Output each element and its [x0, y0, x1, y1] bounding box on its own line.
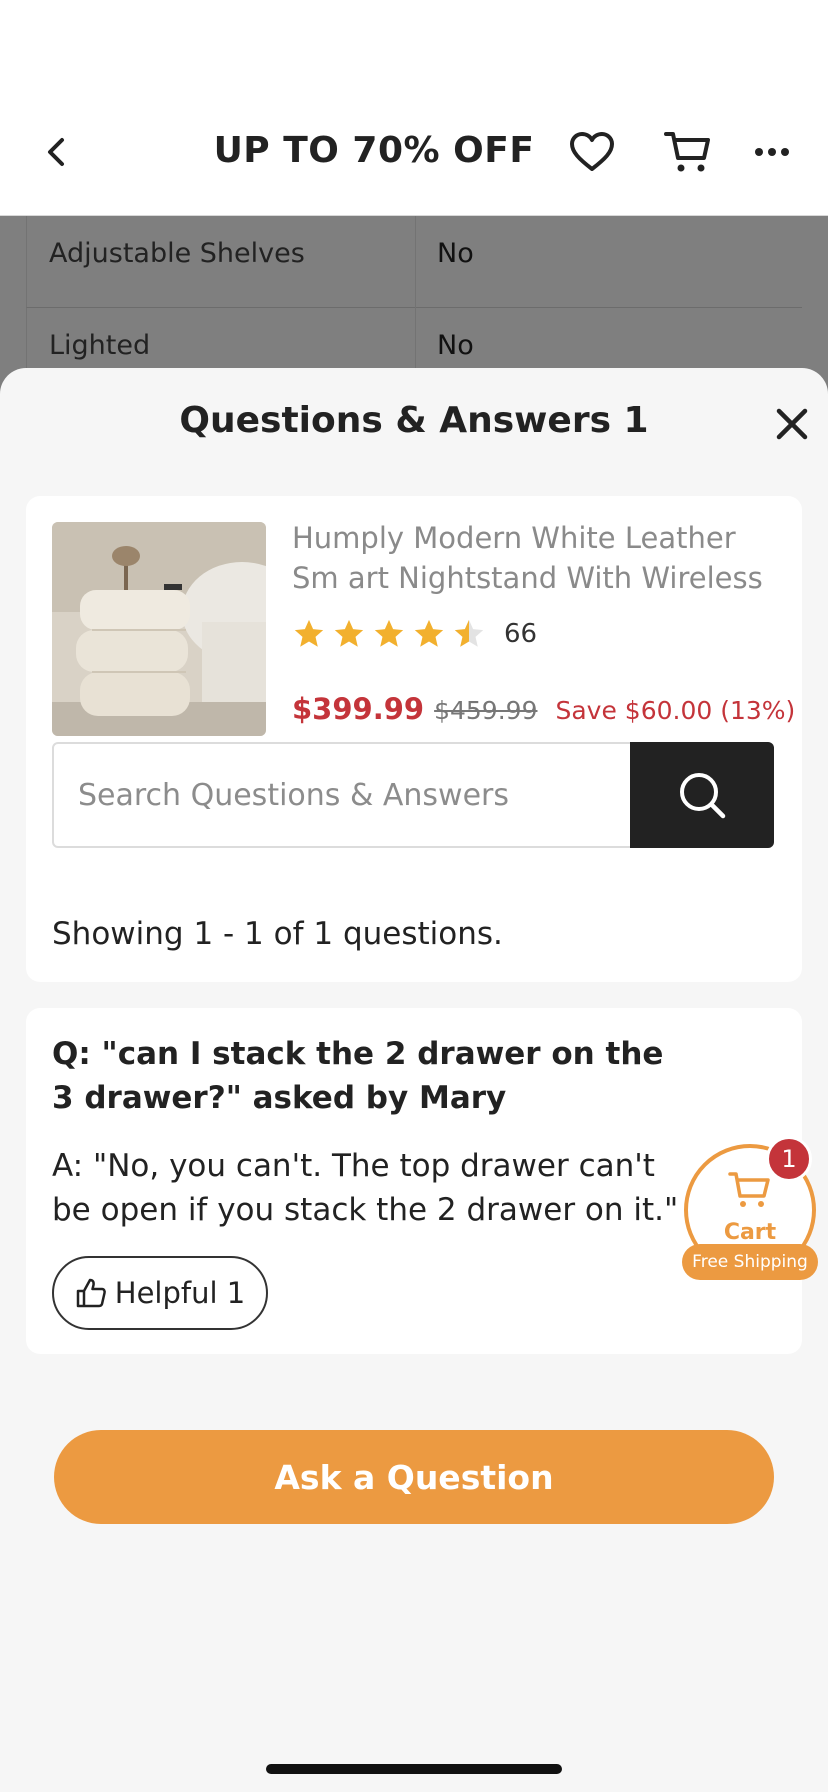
qa-bottom-sheet: Questions & Answers 1 Humply Modern Whit… — [0, 368, 828, 1792]
star-full-icon — [294, 619, 324, 647]
nightstand-image-icon — [52, 522, 266, 736]
back-chevron-icon — [48, 138, 64, 166]
savings-text: Save $60.00 (13%) — [555, 696, 796, 725]
thumbs-up-icon — [76, 1278, 106, 1308]
product-rating: 66 — [292, 614, 537, 654]
floating-cart-button[interactable]: Cart 1 Free Shipping — [680, 1136, 820, 1290]
qa-search-input[interactable] — [54, 744, 628, 846]
search-icon — [680, 773, 726, 819]
product-name[interactable]: Humply Modern White Leather Sm art Night… — [292, 518, 782, 598]
back-button[interactable] — [28, 124, 84, 180]
more-icon — [755, 148, 789, 156]
sheet-header: Questions & Answers 1 — [0, 368, 828, 478]
qa-search-box — [52, 742, 774, 848]
star-full-icon — [334, 619, 364, 647]
cart-icon — [664, 132, 710, 172]
heart-icon — [570, 132, 614, 171]
wishlist-button[interactable] — [564, 124, 620, 180]
top-navbar: UP TO 70% OFF — [0, 0, 828, 216]
search-button[interactable] — [630, 742, 774, 848]
current-price: $399.99 — [292, 692, 425, 726]
cart-nav-button[interactable] — [660, 124, 716, 180]
sheet-title: Questions & Answers 1 — [179, 400, 649, 441]
rating-count: 66 — [504, 619, 538, 649]
star-full-icon — [414, 619, 444, 647]
close-button[interactable] — [770, 402, 814, 446]
close-icon — [776, 408, 808, 440]
page-title: UP TO 70% OFF — [213, 130, 535, 171]
helpful-button[interactable]: Helpful 1 — [52, 1256, 268, 1330]
product-summary-card: Humply Modern White Leather Sm art Night… — [26, 496, 802, 982]
star-half-icon — [454, 619, 484, 647]
home-indicator — [266, 1764, 562, 1774]
ask-question-label: Ask a Question — [274, 1457, 554, 1497]
answer-text: A: "No, you can't. The top drawer can't … — [52, 1148, 679, 1228]
more-button[interactable] — [744, 124, 800, 180]
ask-question-button[interactable]: Ask a Question — [54, 1430, 774, 1524]
cart-count-badge: 1 — [766, 1136, 812, 1182]
cart-icon — [728, 1172, 770, 1207]
cart-label: Cart — [723, 1220, 777, 1245]
results-count-text: Showing 1 - 1 of 1 questions. — [52, 916, 503, 952]
helpful-label: Helpful 1 — [114, 1276, 246, 1310]
free-shipping-tag: Free Shipping — [682, 1244, 818, 1280]
price-row: $399.99 $459.99 Save $60.00 (13%) — [292, 692, 795, 726]
product-image[interactable] — [52, 522, 266, 736]
question-text: Q: "can I stack the 2 drawer on the 3 dr… — [52, 1036, 664, 1116]
star-full-icon — [374, 619, 404, 647]
original-price: $459.99 — [434, 696, 538, 725]
